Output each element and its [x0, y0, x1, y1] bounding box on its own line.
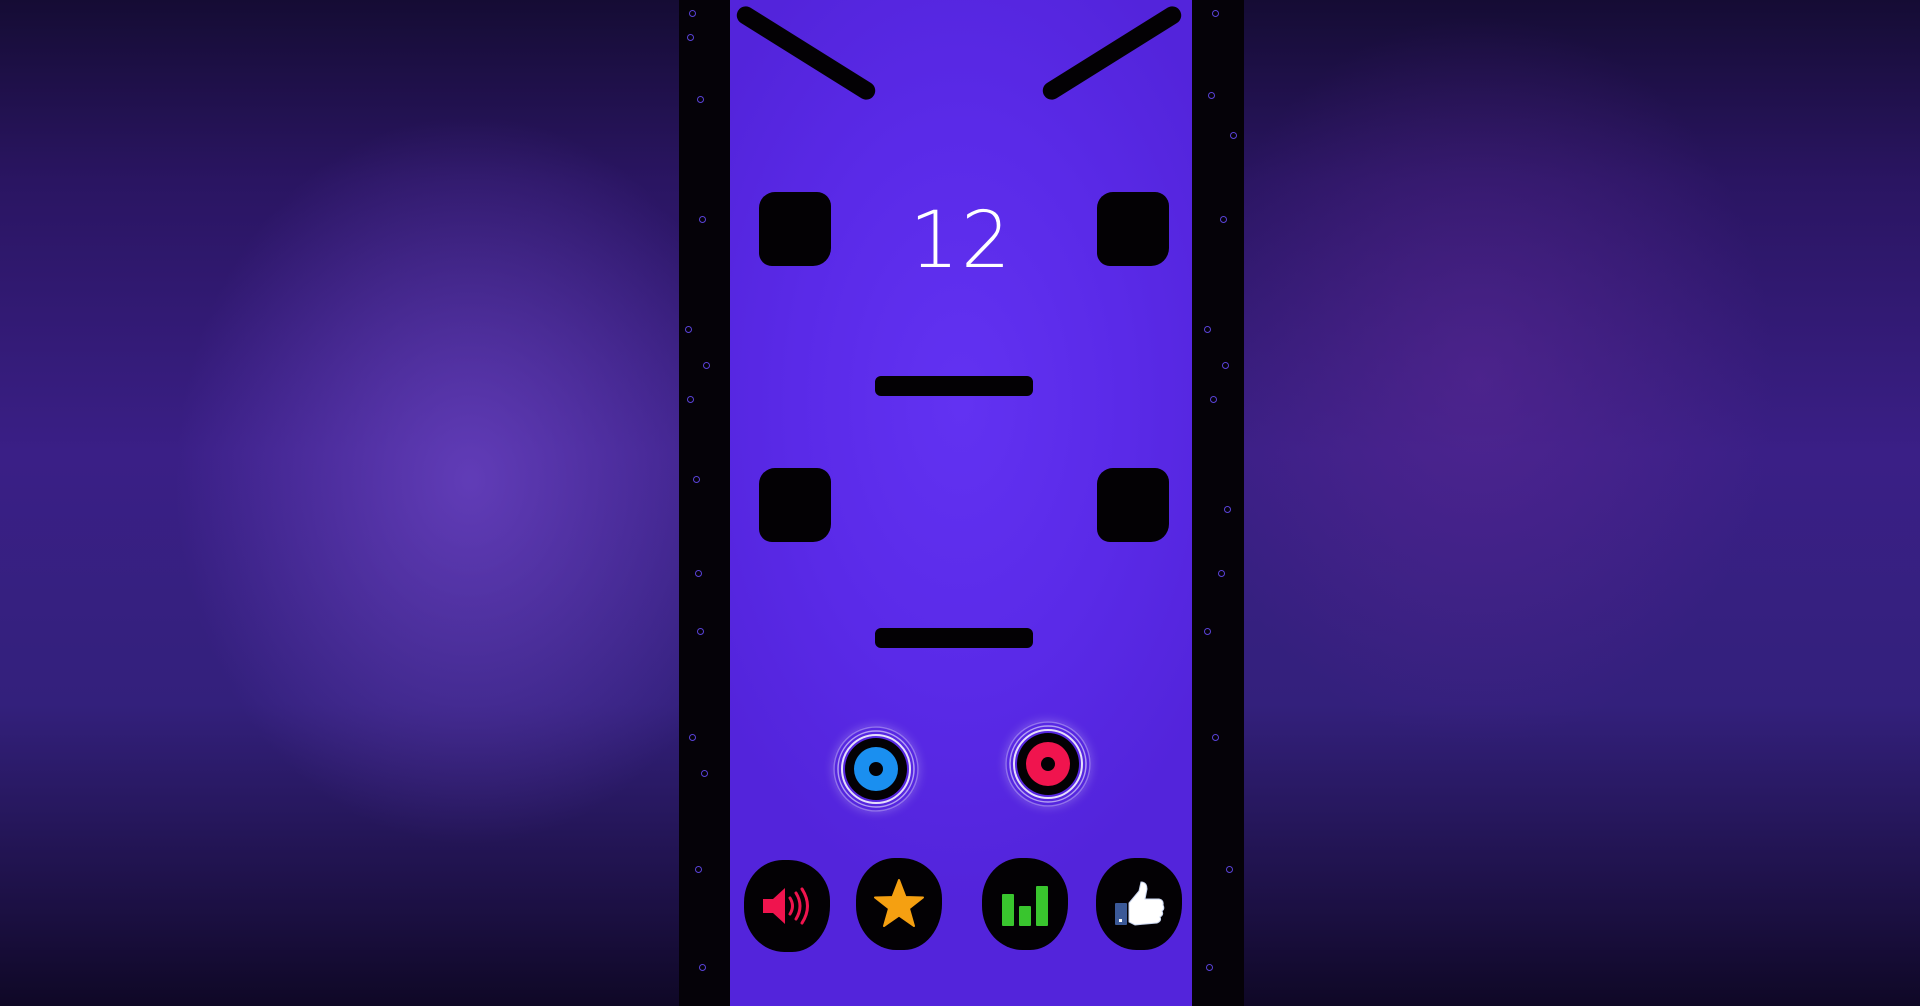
wall-dot	[1206, 964, 1213, 971]
wall-dot	[1204, 326, 1211, 333]
sound-button[interactable]	[744, 860, 830, 952]
leaderboard-button[interactable]	[982, 858, 1068, 950]
wall-dot	[687, 396, 694, 403]
wall-dot	[699, 964, 706, 971]
wall-dot	[697, 96, 704, 103]
score-display: 12	[909, 196, 1013, 286]
wall-dot	[695, 570, 702, 577]
wall-dot	[695, 866, 702, 873]
star-icon	[874, 879, 924, 927]
wall-dot	[697, 628, 704, 635]
red-player[interactable]	[1005, 721, 1091, 807]
wall-dot	[693, 476, 700, 483]
wall-dot	[1212, 734, 1219, 741]
wall-dot	[699, 216, 706, 223]
wall-dot	[701, 770, 708, 777]
wall-dot	[1230, 132, 1237, 139]
wall-dot	[1218, 570, 1225, 577]
diagonal-obstacle-left	[733, 2, 879, 104]
wall-dot	[1208, 92, 1215, 99]
left-wall	[679, 0, 731, 1006]
leaderboard-icon	[1002, 886, 1048, 926]
wall-dot	[685, 326, 692, 333]
wall-dot	[1204, 628, 1211, 635]
wall-dot	[1220, 216, 1227, 223]
wall-dot	[1210, 396, 1217, 403]
wall-dot	[1224, 506, 1231, 513]
square-obstacle	[1097, 468, 1169, 542]
wall-dot	[687, 34, 694, 41]
rate-button[interactable]	[856, 858, 942, 950]
thumbs-up-icon	[1115, 881, 1165, 926]
wall-dot	[703, 362, 710, 369]
speaker-icon	[763, 887, 809, 925]
bar-obstacle	[875, 628, 1033, 648]
wall-dot	[1212, 10, 1219, 17]
blue-player[interactable]	[833, 726, 919, 812]
wall-dot	[1222, 362, 1229, 369]
bar-obstacle	[875, 376, 1033, 396]
game-field[interactable]: 12	[730, 0, 1192, 1006]
like-button[interactable]	[1096, 858, 1182, 950]
wall-dot	[689, 734, 696, 741]
square-obstacle	[759, 468, 831, 542]
wall-dot	[689, 10, 696, 17]
diagonal-obstacle-right	[1039, 2, 1185, 104]
right-wall	[1192, 0, 1244, 1006]
wall-dot	[1226, 866, 1233, 873]
